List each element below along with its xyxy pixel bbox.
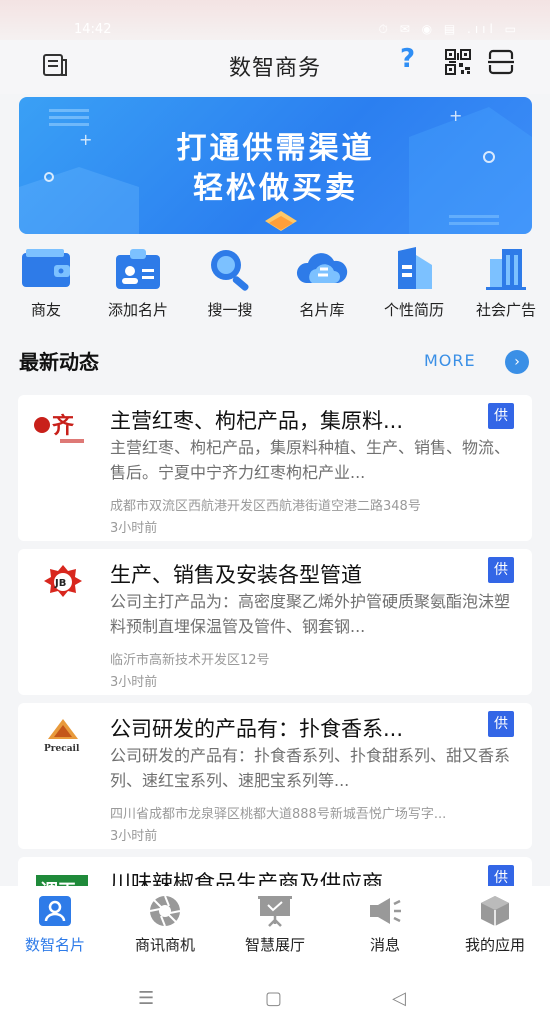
quick-menu-friends[interactable]: 商友 bbox=[0, 245, 92, 320]
quick-menu-ads[interactable]: 社会广告 bbox=[460, 245, 550, 320]
quick-menu: 商友 添加名片 搜一搜 名片库 个性简历 社会广告 bbox=[0, 245, 550, 325]
resume-icon bbox=[384, 245, 444, 291]
supply-tag: 供 bbox=[488, 557, 514, 583]
person-card-icon bbox=[36, 894, 74, 928]
top-header: 数智商务 ? bbox=[0, 40, 550, 94]
wallet-icon bbox=[16, 245, 76, 291]
quick-menu-add-card[interactable]: 添加名片 bbox=[92, 245, 184, 320]
help-icon[interactable]: ? bbox=[400, 44, 415, 74]
company-logo: Precail bbox=[32, 715, 94, 757]
back-icon[interactable]: ◁ bbox=[392, 988, 406, 1009]
quick-menu-label: 添加名片 bbox=[107, 301, 168, 319]
banner-subheadline: 轻松做买卖 bbox=[193, 171, 358, 206]
nav-digital-card[interactable]: 数智名片 bbox=[0, 894, 110, 955]
supply-tag: 供 bbox=[488, 403, 514, 429]
status-icons: ⏱ ✉ ◉ ▤ .ııl ▭ bbox=[378, 22, 520, 36]
card-time: 3小时前 bbox=[110, 521, 158, 536]
nav-label: 智慧展厅 bbox=[244, 936, 305, 954]
quick-menu-card-library[interactable]: 名片库 bbox=[276, 245, 368, 320]
nav-label: 我的应用 bbox=[464, 936, 525, 954]
quick-menu-label: 名片库 bbox=[299, 301, 345, 319]
bottom-nav: 数智名片 商讯商机 智慧展厅 消息 我的应用 bbox=[0, 886, 550, 964]
add-card-icon bbox=[108, 245, 168, 291]
nav-my-apps[interactable]: 我的应用 bbox=[440, 894, 550, 955]
search-icon bbox=[200, 245, 260, 291]
card-description: 主营红枣、枸杞产品，集原料种植、生产、销售、物流、售后。宁夏中宁齐力红枣枸杞产业… bbox=[110, 438, 511, 482]
more-link[interactable]: MORE bbox=[424, 351, 476, 370]
card-title: 公司研发的产品有：扑食香系... bbox=[110, 717, 404, 741]
system-nav-bar: ☰ ▢ ◁ bbox=[0, 964, 550, 1027]
card-time: 3小时前 bbox=[110, 829, 158, 844]
status-bar: 14:42 ⏱ ✉ ◉ ▤ .ııl ▭ bbox=[0, 0, 550, 40]
svg-text:齐: 齐 bbox=[52, 413, 75, 439]
feed-card[interactable]: Precail 公司研发的产品有：扑食香系... 供 公司研发的产品有：扑食香系… bbox=[18, 703, 532, 849]
company-logo: JB bbox=[32, 561, 94, 603]
svg-text:Precail: Precail bbox=[44, 744, 80, 754]
card-title: 主营红枣、枸杞产品，集原料... bbox=[110, 409, 404, 433]
quick-menu-label: 商友 bbox=[30, 301, 61, 319]
chevron-right-icon[interactable]: › bbox=[505, 350, 529, 374]
nav-label: 数智名片 bbox=[24, 936, 85, 954]
easel-icon bbox=[256, 894, 294, 928]
svg-text:JB: JB bbox=[54, 578, 66, 589]
nav-smart-showroom[interactable]: 智慧展厅 bbox=[220, 894, 330, 955]
nav-label: 消息 bbox=[369, 936, 400, 954]
section-title: 最新动态 bbox=[19, 350, 99, 374]
quick-menu-label: 社会广告 bbox=[475, 301, 536, 319]
card-title: 生产、销售及安装各型管道 bbox=[110, 563, 362, 587]
card-time: 3小时前 bbox=[110, 675, 158, 690]
cloud-icon bbox=[292, 245, 352, 291]
supply-tag: 供 bbox=[488, 711, 514, 737]
status-time: 14:42 bbox=[74, 22, 112, 37]
home-icon[interactable]: ▢ bbox=[265, 988, 282, 1009]
scan-icon[interactable] bbox=[487, 49, 515, 79]
qr-code-icon[interactable] bbox=[445, 49, 471, 79]
buildings-icon bbox=[476, 245, 536, 291]
quick-menu-label: 搜一搜 bbox=[207, 301, 253, 319]
nav-label: 商讯商机 bbox=[134, 936, 195, 954]
cube-icon bbox=[476, 894, 514, 928]
nav-business-news[interactable]: 商讯商机 bbox=[110, 894, 220, 955]
card-description: 公司主打产品为：高密度聚乙烯外护管硬质聚氨酯泡沫塑料预制直埋保温管及管件、钢套钢… bbox=[110, 592, 511, 636]
card-address: 成都市双流区西航港开发区西航港街道空港二路348号 bbox=[110, 499, 421, 514]
nav-messages[interactable]: 消息 bbox=[330, 894, 440, 955]
feed-card[interactable]: JB 生产、销售及安装各型管道 供 公司主打产品为：高密度聚乙烯外护管硬质聚氨酯… bbox=[18, 549, 532, 695]
quick-menu-search[interactable]: 搜一搜 bbox=[184, 245, 276, 320]
promo-banner[interactable]: + + 打通供需渠道 轻松做买卖 bbox=[19, 97, 532, 234]
banner-headline: 打通供需渠道 bbox=[176, 131, 375, 166]
card-description: 公司研发的产品有：扑食香系列、扑食甜系列、甜又香系列、速红宝系列、速肥宝系列等.… bbox=[110, 746, 511, 790]
company-logo: 齐 bbox=[32, 407, 94, 449]
aperture-icon bbox=[146, 894, 184, 928]
quick-menu-resume[interactable]: 个性简历 bbox=[368, 245, 460, 320]
megaphone-icon bbox=[366, 894, 404, 928]
card-address: 四川省成都市龙泉驿区桃都大道888号新城吾悦广场写字... bbox=[110, 807, 447, 822]
feed-card[interactable]: 齐 主营红枣、枸杞产品，集原料... 供 主营红枣、枸杞产品，集原料种植、生产、… bbox=[18, 395, 532, 541]
quick-menu-label: 个性简历 bbox=[383, 301, 444, 319]
menu-icon[interactable]: ☰ bbox=[138, 988, 154, 1009]
card-address: 临沂市高新技术开发区12号 bbox=[110, 653, 270, 668]
